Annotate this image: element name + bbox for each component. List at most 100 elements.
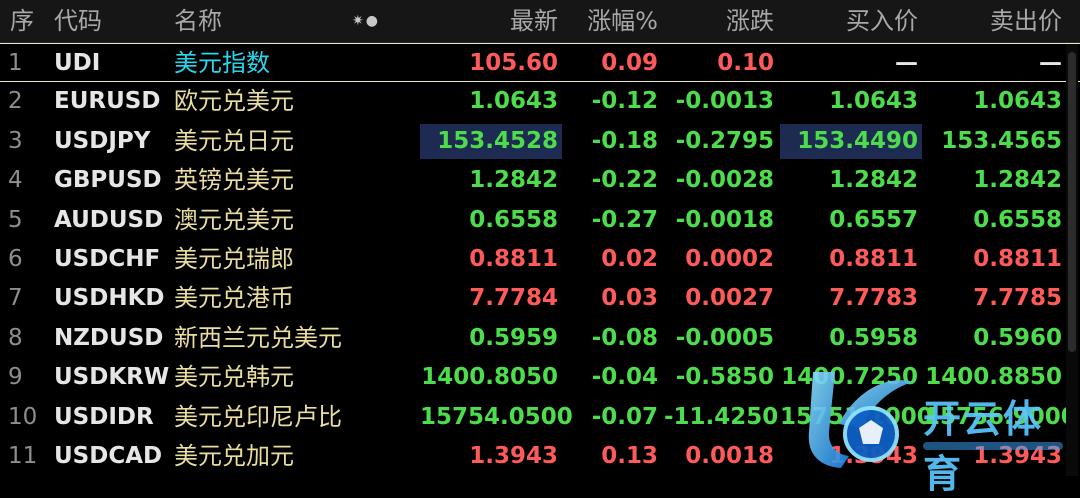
cell-code: AUDUSD xyxy=(54,206,164,233)
cell-change: -11.4250 xyxy=(664,403,779,430)
cell-bid: 0.6557 xyxy=(829,206,918,233)
header-change[interactable]: 涨跌 xyxy=(664,0,774,42)
cell-name: 英镑兑美元 xyxy=(174,166,294,195)
cell-change-pct: -0.22 xyxy=(591,167,658,194)
header-code[interactable]: 代码 xyxy=(54,0,144,42)
table-row[interactable]: 1 UDI 美元指数 105.60 0.09 0.10 — — xyxy=(0,43,1080,82)
cell-index: 2 xyxy=(8,88,23,115)
cell-code: USDIDR xyxy=(54,403,154,430)
cell-ask: 1.2842 xyxy=(973,167,1062,194)
header-bid[interactable]: 买入价 xyxy=(780,0,918,42)
cell-last: 0.8811 xyxy=(469,246,558,272)
table-row[interactable]: 11 USDCAD 美元兑加元 1.3943 0.13 0.0018 1.3943 1.394… xyxy=(0,437,1080,476)
cell-bid: 1.3943 xyxy=(829,443,918,469)
cell-ask: 15756.9000 xyxy=(924,403,1077,430)
table-row[interactable]: 2 EURUSD 欧元兑美元 1.0643 -0.12 -0.0013 1.0643 1.06… xyxy=(0,82,1080,121)
cell-index: 4 xyxy=(8,167,23,194)
cell-ask: 7.7785 xyxy=(973,285,1062,312)
settings-dots-icon[interactable]: ✷● xyxy=(352,10,380,32)
cell-change-pct: -0.08 xyxy=(591,324,658,351)
cell-code: NZDUSD xyxy=(54,324,164,351)
cell-name: 新西兰元兑美元 xyxy=(174,323,342,352)
cell-code: USDHKD xyxy=(54,285,165,312)
cell-name: 澳元兑美元 xyxy=(174,205,294,234)
cell-bid: 0.5958 xyxy=(829,324,918,351)
cell-change-pct: -0.12 xyxy=(591,88,658,115)
cell-last: 7.7784 xyxy=(469,285,558,312)
cell-bid: 0.8811 xyxy=(829,246,918,272)
cell-code: UDI xyxy=(54,50,101,76)
cell-code: USDKRW xyxy=(54,364,170,391)
cell-name: 美元兑韩元 xyxy=(174,363,294,392)
cell-last: 153.4528 xyxy=(437,127,558,154)
cell-change-pct: 0.02 xyxy=(601,246,658,272)
cell-last: 15754.0500 xyxy=(420,403,573,430)
table-row[interactable]: 4 GBPUSD 英镑兑美元 1.2842 -0.22 -0.0028 1.2842 1.28… xyxy=(0,161,1080,200)
cell-bid: 7.7783 xyxy=(829,285,918,312)
quote-board: 序 代码 名称 ✷● 最新 涨幅% 涨跌 买入价 卖出价 1 UDI 美元指数 105… xyxy=(0,0,1080,496)
cell-index: 7 xyxy=(8,285,23,312)
cell-name: 美元兑印尼卢比 xyxy=(174,402,342,431)
table-row[interactable]: 7 USDHKD 美元兑港币 7.7784 0.03 0.0027 7.7783 7.7785 xyxy=(0,279,1080,318)
cell-change: 0.0002 xyxy=(685,246,774,272)
cell-ask: 1400.8850 xyxy=(925,364,1062,391)
cell-change-pct: -0.07 xyxy=(591,403,658,430)
cell-change: 0.10 xyxy=(717,50,774,76)
cell-last: 1.0643 xyxy=(469,88,558,115)
header-last[interactable]: 最新 xyxy=(420,0,558,42)
cell-name: 美元兑日元 xyxy=(174,126,294,155)
cell-name: 欧元兑美元 xyxy=(174,87,294,116)
cell-change: -0.0005 xyxy=(675,324,774,351)
cell-bid: 15751.1000 xyxy=(780,403,933,430)
cell-change: -0.5850 xyxy=(675,364,774,391)
cell-code: EURUSD xyxy=(54,88,161,115)
cell-ask: — xyxy=(1039,50,1062,76)
header-change-pct[interactable]: 涨幅% xyxy=(568,0,658,42)
scrollbar-thumb[interactable] xyxy=(1068,52,1076,352)
header-ask[interactable]: 卖出价 xyxy=(924,0,1062,42)
table-header: 序 代码 名称 ✷● 最新 涨幅% 涨跌 买入价 卖出价 xyxy=(0,0,1080,43)
cell-ask: 1.3943 xyxy=(973,443,1062,469)
vertical-scrollbar[interactable] xyxy=(1066,44,1078,476)
cell-change: -0.2795 xyxy=(675,127,774,154)
cell-name: 美元指数 xyxy=(174,49,270,77)
cell-bid: 153.4490 xyxy=(797,127,918,154)
cell-change-pct: 0.09 xyxy=(601,50,658,76)
table-row[interactable]: 10 USDIDR 美元兑印尼卢比 15754.0500 -0.07 -11.4250 15… xyxy=(0,398,1080,437)
cell-code: GBPUSD xyxy=(54,167,162,194)
table-row[interactable]: 3 USDJPY 美元兑日元 153.4528 -0.18 -0.2795 153.4490… xyxy=(0,122,1080,161)
cell-change: -0.0013 xyxy=(675,88,774,115)
cell-change: -0.0028 xyxy=(675,167,774,194)
cell-change-pct: -0.18 xyxy=(591,127,658,154)
cell-ask: 153.4565 xyxy=(941,127,1062,154)
header-name[interactable]: 名称 xyxy=(174,0,294,42)
cell-index: 3 xyxy=(8,127,23,154)
cell-change: -0.0018 xyxy=(675,206,774,233)
cell-name: 美元兑港币 xyxy=(174,284,294,313)
cell-index: 8 xyxy=(8,324,23,351)
header-index[interactable]: 序 xyxy=(10,0,40,42)
table-row[interactable]: 8 NZDUSD 新西兰元兑美元 0.5959 -0.08 -0.0005 0.5958 0.… xyxy=(0,319,1080,358)
cell-code: USDCHF xyxy=(54,246,161,272)
cell-name: 美元兑加元 xyxy=(174,442,294,470)
cell-index: 1 xyxy=(8,50,23,76)
cell-last: 1.2842 xyxy=(469,167,558,194)
cell-last: 0.6558 xyxy=(469,206,558,233)
cell-index: 11 xyxy=(8,443,38,469)
table-row[interactable]: 5 AUDUSD 澳元兑美元 0.6558 -0.27 -0.0018 0.6557 0.65… xyxy=(0,201,1080,240)
cell-change-pct: -0.04 xyxy=(591,364,658,391)
table-row[interactable]: 6 USDCHF 美元兑瑞郎 0.8811 0.02 0.0002 0.8811 0.8811 xyxy=(0,240,1080,279)
table-row[interactable]: 9 USDKRW 美元兑韩元 1400.8050 -0.04 -0.5850 1400.72… xyxy=(0,358,1080,397)
cell-change-pct: -0.27 xyxy=(591,206,658,233)
cell-name: 美元兑瑞郎 xyxy=(174,245,294,273)
cell-change: 0.0027 xyxy=(685,285,774,312)
cell-ask: 0.5960 xyxy=(973,324,1062,351)
cell-code: USDJPY xyxy=(54,127,151,154)
cell-last: 1400.8050 xyxy=(421,364,558,391)
cell-bid: — xyxy=(895,50,918,76)
cell-ask: 0.8811 xyxy=(973,246,1062,272)
cell-ask: 0.6558 xyxy=(973,206,1062,233)
cell-code: USDCAD xyxy=(54,443,163,469)
cell-bid: 1400.7250 xyxy=(781,364,918,391)
cell-last: 1.3943 xyxy=(469,443,558,469)
